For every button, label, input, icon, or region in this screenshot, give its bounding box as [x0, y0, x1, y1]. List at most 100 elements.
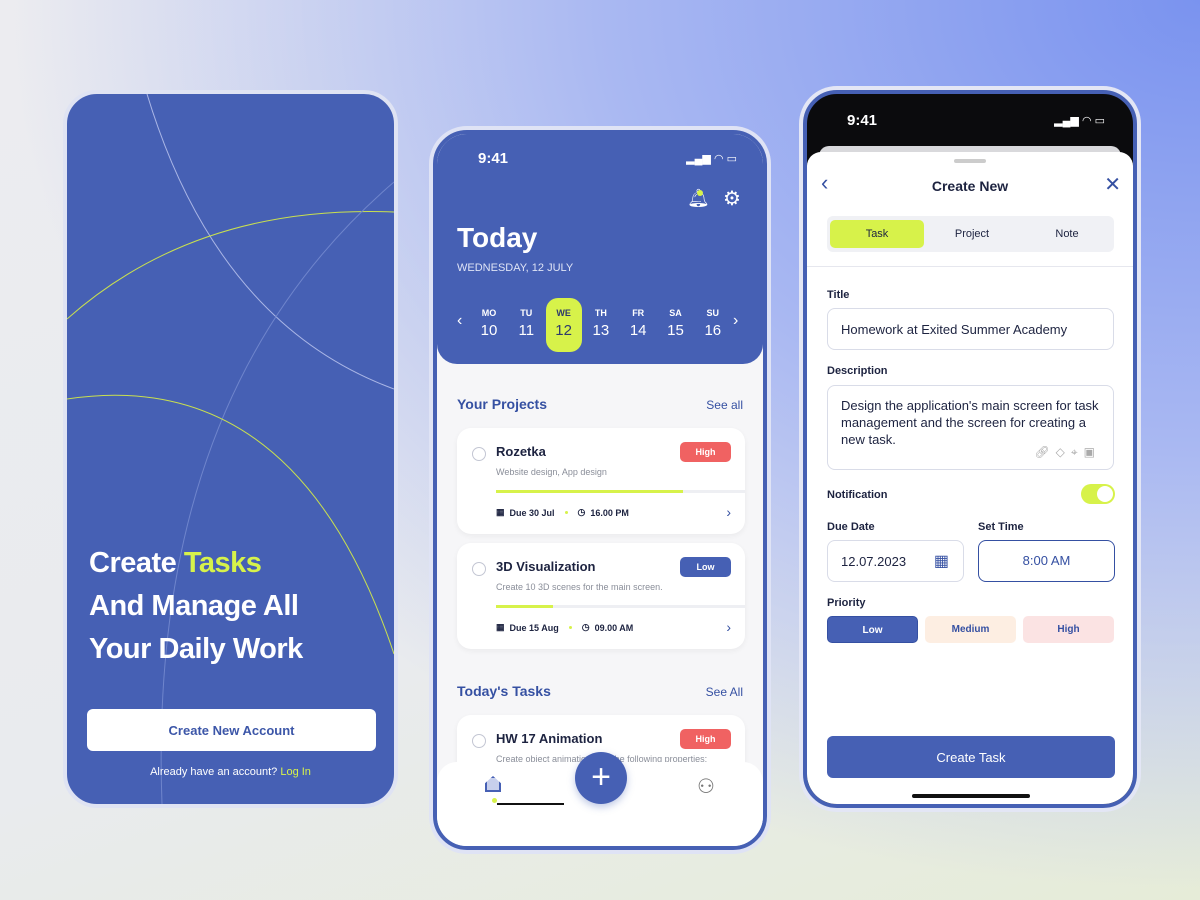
- day-number: 11: [518, 322, 535, 339]
- header: 9:41 ▂▄▆ ◠ ▭ 🔔︎ ⚙ Today WEDNESDAY, 12 JU…: [437, 134, 763, 364]
- project-card[interactable]: 3D Visualization Low Create 10 3D scenes…: [457, 543, 745, 649]
- create-task-button[interactable]: Create Task: [827, 736, 1115, 778]
- priority-badge: High: [680, 729, 731, 749]
- checkbox[interactable]: [472, 562, 486, 576]
- due-time: 09.00 AM: [594, 622, 634, 633]
- due-date-value: 12.07.2023: [841, 554, 907, 569]
- title-input[interactable]: Homework at Exited Summer Academy: [827, 308, 1114, 350]
- day-name: SA: [669, 308, 682, 318]
- due-date: Due 15 Aug: [509, 622, 559, 633]
- checkbox[interactable]: [472, 447, 486, 461]
- headline: Create Tasks And Manage All Your Daily W…: [89, 542, 303, 671]
- description-label: Description: [827, 365, 888, 377]
- priority-medium[interactable]: Medium: [925, 616, 1016, 643]
- tab-project[interactable]: Project: [925, 220, 1019, 248]
- headline-line: And Manage All: [89, 590, 299, 622]
- attachment-icons[interactable]: 🔗︎◇⌖▣: [1034, 444, 1101, 461]
- clock-icon: ◷: [577, 507, 586, 517]
- progress-bar: [496, 605, 745, 608]
- calendar-icon: ▦: [496, 507, 505, 517]
- day-name: SU: [706, 308, 720, 318]
- set-time-input[interactable]: 8:00 AM: [978, 540, 1115, 582]
- create-account-button[interactable]: Create New Account: [87, 709, 376, 751]
- due-date-label: Due Date: [827, 521, 875, 533]
- create-sheet: ‹ Create New ✕ Task Project Note Title Hom…: [807, 152, 1133, 804]
- checkbox[interactable]: [472, 734, 486, 748]
- day-su[interactable]: SU 16: [695, 308, 731, 339]
- calendar-icon: ▦: [496, 622, 505, 632]
- priority-label: Priority: [827, 597, 866, 609]
- project-title: Rozetka: [496, 444, 546, 459]
- status-time: 9:41: [478, 150, 509, 167]
- bell-icon[interactable]: 🔔︎: [687, 188, 710, 209]
- divider: [807, 266, 1133, 267]
- notification-label: Notification: [827, 489, 888, 501]
- close-icon[interactable]: ✕: [1104, 172, 1121, 197]
- day-number: 16: [704, 322, 722, 339]
- drag-handle[interactable]: [954, 159, 986, 163]
- gear-icon[interactable]: ⚙: [723, 186, 741, 211]
- tasks-see-all[interactable]: See All: [706, 685, 743, 699]
- headline-highlight: Tasks: [183, 547, 262, 579]
- day-name: TU: [520, 308, 533, 318]
- day-number: 13: [592, 322, 610, 339]
- day-th[interactable]: TH 13: [583, 308, 619, 339]
- day-sa[interactable]: SA 15: [658, 308, 694, 339]
- calendar-icon[interactable]: ▦: [934, 551, 949, 571]
- add-button[interactable]: +: [575, 752, 627, 804]
- home-indicator: [497, 803, 564, 805]
- day-name: FR: [632, 308, 645, 318]
- day-mo[interactable]: MO 10: [471, 308, 507, 339]
- day-number: 14: [629, 322, 647, 339]
- tab-note[interactable]: Note: [1020, 220, 1114, 248]
- due-time: 16.00 PM: [590, 507, 629, 518]
- day-number: 10: [480, 322, 498, 339]
- priority-badge: High: [680, 442, 731, 462]
- description-input[interactable]: Design the application's main screen for…: [827, 385, 1114, 470]
- description-text: Design the application's main screen for…: [841, 398, 1099, 447]
- status-icons: ▂▄▆ ◠ ▭: [686, 153, 737, 165]
- login-prompt-text: Already have an account?: [150, 766, 281, 778]
- headline-line: Create: [89, 547, 184, 579]
- chevron-right-icon[interactable]: ›: [726, 619, 731, 635]
- home-icon[interactable]: [485, 776, 501, 792]
- chevron-left-icon[interactable]: ‹: [457, 312, 462, 330]
- login-link[interactable]: Log In: [280, 766, 311, 778]
- day-name: TH: [594, 308, 607, 318]
- day-we[interactable]: WE 12: [545, 298, 582, 352]
- set-time-label: Set Time: [978, 521, 1024, 533]
- clock-icon: ◷: [581, 622, 590, 632]
- due-date: Due 30 Jul: [509, 507, 555, 518]
- task-title: HW 17 Animation: [496, 731, 603, 746]
- day-number: 15: [667, 322, 684, 339]
- decorative-arcs: [67, 94, 394, 804]
- onboarding-screen: Create Tasks And Manage All Your Daily W…: [63, 90, 398, 808]
- tab-task[interactable]: Task: [830, 220, 924, 248]
- create-screen: 9:41 ▂▄▆ ◠ ▭ ‹ Create New ✕ Task Project N…: [803, 90, 1137, 808]
- login-prompt: Already have an account? Log In: [67, 766, 394, 778]
- project-title: 3D Visualization: [496, 559, 596, 574]
- chevron-right-icon[interactable]: ›: [733, 312, 738, 330]
- chevron-right-icon[interactable]: ›: [726, 504, 731, 520]
- profile-icon[interactable]: ⚇: [697, 774, 715, 799]
- decorative-arc: [146, 94, 394, 390]
- status-time: 9:41: [847, 112, 878, 129]
- title-label: Title: [827, 289, 850, 301]
- headline-line: Your Daily Work: [89, 633, 303, 665]
- status-icons: ▂▄▆ ◠ ▭: [1054, 115, 1105, 127]
- project-card[interactable]: Rozetka High Website design, App design …: [457, 428, 745, 534]
- project-subtitle: Website design, App design: [496, 467, 607, 477]
- due-date-input[interactable]: 12.07.2023 ▦: [827, 540, 964, 582]
- priority-low[interactable]: Low: [827, 616, 918, 643]
- priority-high[interactable]: High: [1023, 616, 1114, 643]
- projects-title: Your Projects: [457, 396, 547, 412]
- day-name: WE: [556, 308, 571, 318]
- notification-toggle[interactable]: [1081, 484, 1115, 504]
- day-tu[interactable]: TU 11: [508, 308, 544, 339]
- day-fr[interactable]: FR 14: [620, 308, 656, 339]
- tasks-title: Today's Tasks: [457, 683, 551, 699]
- page-date: WEDNESDAY, 12 JULY: [457, 262, 574, 274]
- home-screen: 9:41 ▂▄▆ ◠ ▭ 🔔︎ ⚙ Today WEDNESDAY, 12 JU…: [433, 130, 767, 850]
- projects-see-all[interactable]: See all: [706, 398, 743, 412]
- sheet-title: Create New: [931, 178, 1009, 194]
